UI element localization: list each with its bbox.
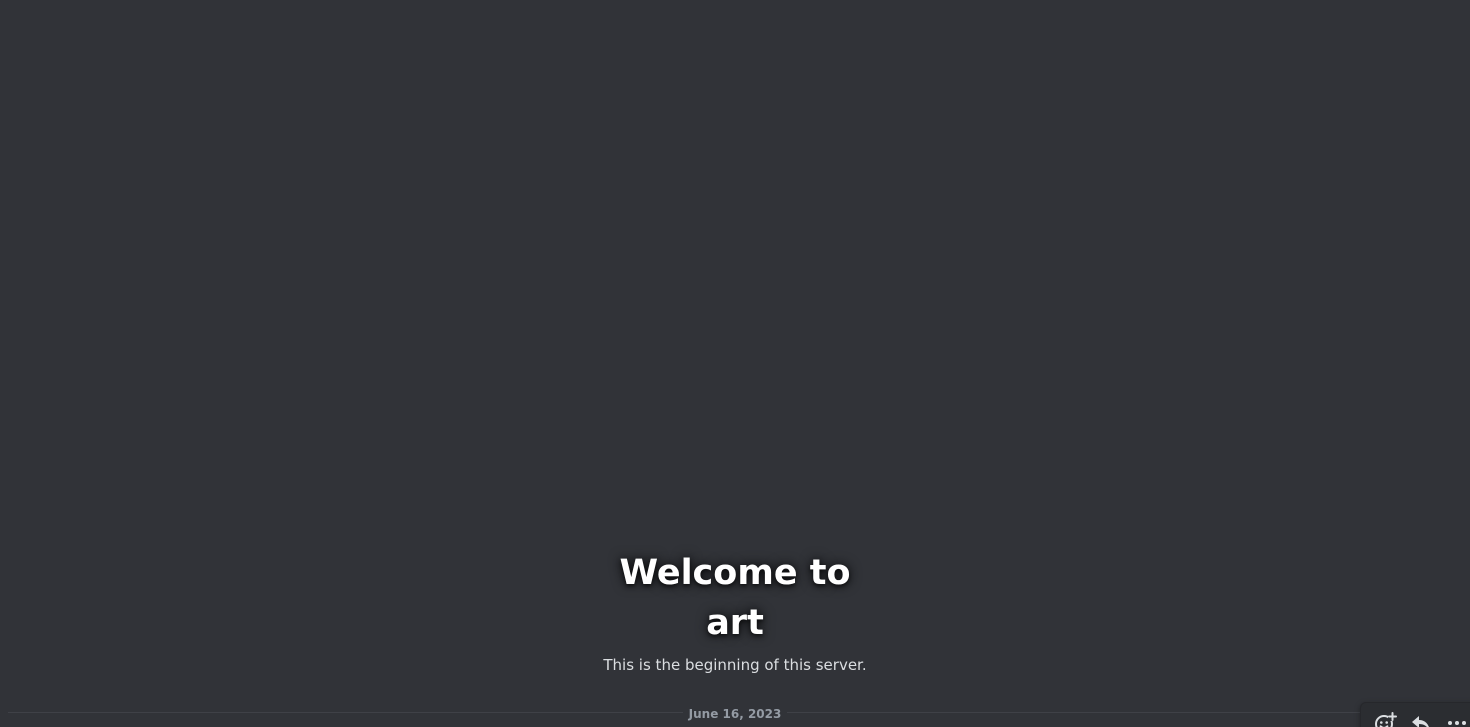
welcome-subtitle: This is the beginning of this server. [603, 656, 867, 674]
date-divider-line [8, 712, 1462, 713]
add-reaction-icon [1375, 712, 1397, 727]
chat-messages-area: Welcome to art This is the beginning of … [0, 0, 1470, 727]
more-options-icon [1448, 721, 1466, 725]
more-options-button[interactable] [1439, 707, 1470, 727]
reply-icon [1412, 716, 1429, 727]
message-actions-toolbar [1360, 702, 1470, 727]
welcome-title: Welcome to art [619, 553, 851, 643]
reply-button[interactable] [1403, 707, 1439, 727]
date-divider-label: June 16, 2023 [682, 705, 788, 723]
date-divider: June 16, 2023 [0, 703, 1470, 723]
add-reaction-button[interactable] [1367, 707, 1403, 727]
welcome-section: Welcome to art This is the beginning of … [0, 548, 1470, 675]
